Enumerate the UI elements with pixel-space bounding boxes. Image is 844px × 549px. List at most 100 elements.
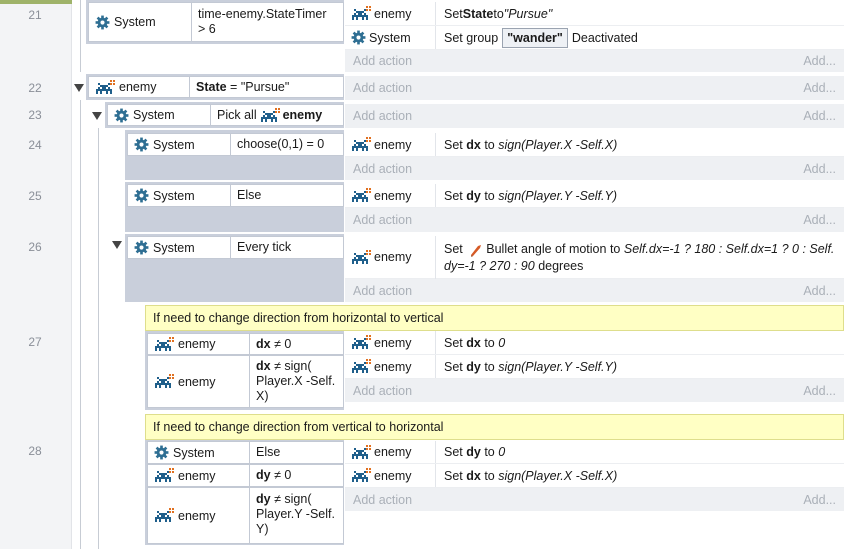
add-more-link[interactable]: Add... — [803, 488, 836, 511]
space-invader-icon — [352, 468, 371, 482]
object-label: enemy — [178, 468, 216, 483]
space-invader-icon — [352, 359, 371, 373]
condition-object[interactable]: enemy — [147, 333, 250, 355]
condition-object[interactable]: enemy — [147, 487, 250, 544]
action-row[interactable]: System Set group "wander" Deactivated — [345, 26, 844, 50]
space-invader-icon — [260, 107, 280, 122]
object-label: enemy — [374, 188, 412, 203]
add-action-link[interactable]: Add action — [353, 76, 412, 100]
collapse-toggle[interactable] — [74, 84, 84, 92]
action-row[interactable]: enemy Set dy to 0 — [345, 441, 844, 464]
object-label: enemy — [374, 335, 412, 350]
condition-object[interactable]: System — [127, 236, 231, 259]
action-row[interactable]: enemy Set dx to 0 — [345, 331, 844, 355]
add-action-row[interactable]: Add action Add... — [345, 50, 844, 72]
action-row[interactable]: enemy Set dx to sign(Player.X -Self.X) — [345, 464, 844, 488]
comment-row[interactable]: If need to change direction from horizon… — [145, 305, 844, 331]
bullet-behavior-icon — [471, 244, 482, 257]
object-label: System — [133, 108, 175, 122]
event-number: 22 — [28, 81, 42, 95]
condition-object[interactable]: System — [147, 441, 250, 464]
nesting-line — [98, 128, 99, 549]
object-label: System — [369, 30, 411, 45]
add-action-link[interactable]: Add action — [353, 279, 412, 302]
action-text: Set dx to 0 — [435, 331, 505, 354]
collapse-toggle[interactable] — [92, 112, 102, 120]
space-invader-icon — [155, 336, 174, 351]
gear-icon — [351, 30, 366, 45]
condition-text[interactable]: dx ≠ sign( Player.X -Self. X) — [249, 355, 344, 408]
condition-object[interactable]: System — [107, 104, 211, 126]
event-number: 25 — [28, 189, 42, 203]
object-label: System — [173, 445, 215, 460]
condition-object[interactable]: enemy — [147, 355, 250, 408]
condition-text[interactable]: choose(0,1) = 0 — [230, 133, 344, 156]
add-more-link[interactable]: Add... — [803, 157, 836, 180]
add-action-link[interactable]: Add action — [353, 488, 412, 511]
action-text: Set dy to sign(Player.Y -Self.Y) — [435, 355, 617, 378]
space-invader-icon — [155, 508, 174, 522]
add-action-link[interactable]: Add action — [353, 208, 412, 232]
add-action-row[interactable]: Add action Add... — [345, 279, 844, 302]
action-row[interactable]: enemy Set dx to sign(Player.X -Self.X) — [345, 133, 844, 157]
action-text: Set dy to sign(Player.Y -Self.Y) — [435, 184, 617, 207]
add-more-link[interactable]: Add... — [803, 379, 836, 402]
add-action-row[interactable]: Add action Add... — [345, 379, 844, 402]
object-label: enemy — [178, 508, 216, 523]
add-more-link[interactable]: Add... — [803, 208, 836, 232]
group-name-tag: "wander" — [502, 27, 568, 48]
object-label: enemy — [374, 359, 412, 374]
action-text: Set Bullet angle of motion to Self.dx=-1… — [435, 236, 834, 283]
add-action-row[interactable]: Add action Add... — [345, 208, 844, 232]
event-number: 28 — [28, 444, 42, 458]
condition-text[interactable]: Else — [230, 184, 344, 207]
condition-object[interactable]: System — [88, 2, 192, 42]
add-action-row[interactable]: Add action Add... — [345, 104, 844, 128]
comment-row[interactable]: If need to change direction from vertica… — [145, 414, 844, 440]
object-label: System — [114, 15, 156, 29]
space-invader-icon — [155, 374, 174, 388]
condition-object[interactable]: System — [127, 184, 231, 207]
condition-text[interactable]: Pick all enemy — [210, 104, 344, 126]
action-row[interactable]: enemy Set Bullet angle of motion to Self… — [345, 236, 844, 283]
action-row[interactable]: enemy Set dy to sign(Player.Y -Self.Y) — [345, 355, 844, 379]
event-number: 27 — [28, 335, 42, 349]
object-label: enemy — [119, 80, 157, 94]
add-action-link[interactable]: Add action — [353, 104, 412, 128]
add-action-row[interactable]: Add action Add... — [345, 157, 844, 180]
space-invader-icon — [352, 6, 371, 20]
space-invader-icon — [96, 79, 115, 94]
condition-object[interactable]: System — [127, 133, 231, 156]
space-invader-icon — [352, 188, 371, 202]
condition-text[interactable]: Every tick — [230, 236, 344, 259]
condition-text[interactable]: State = "Pursue" — [189, 76, 344, 98]
action-row[interactable]: enemy Set State to "Pursue" — [345, 2, 844, 26]
add-action-link[interactable]: Add action — [353, 157, 412, 180]
action-text: Set dy to 0 — [435, 441, 505, 463]
condition-text[interactable]: time-enemy.StateTimer > 6 — [191, 2, 344, 42]
action-row[interactable]: enemy Set dy to sign(Player.Y -Self.Y) — [345, 184, 844, 208]
event-number: 23 — [28, 108, 42, 122]
condition-object[interactable]: enemy — [88, 76, 190, 98]
condition-text[interactable]: Else — [249, 441, 344, 464]
add-more-link[interactable]: Add... — [803, 279, 836, 302]
condition-object[interactable]: enemy — [147, 464, 250, 487]
condition-text[interactable]: dy ≠ 0 — [249, 464, 344, 487]
add-more-link[interactable]: Add... — [803, 104, 836, 128]
object-label: System — [153, 188, 195, 203]
add-more-link[interactable]: Add... — [803, 50, 836, 72]
event-number: 26 — [28, 240, 42, 254]
space-invader-icon — [352, 444, 371, 459]
add-more-link[interactable]: Add... — [803, 76, 836, 100]
condition-text[interactable]: dy ≠ sign( Player.Y -Self. Y) — [249, 487, 344, 544]
add-action-row[interactable]: Add action Add... — [345, 76, 844, 100]
collapse-toggle[interactable] — [112, 241, 122, 249]
add-action-row[interactable]: Add action Add... — [345, 488, 844, 511]
object-label: enemy — [374, 137, 412, 152]
object-label: enemy — [374, 468, 412, 483]
condition-text[interactable]: dx ≠ 0 — [249, 333, 344, 355]
gear-icon — [154, 445, 169, 460]
add-action-link[interactable]: Add action — [353, 50, 412, 72]
add-action-link[interactable]: Add action — [353, 379, 412, 402]
action-text: Set State to "Pursue" — [435, 2, 552, 25]
